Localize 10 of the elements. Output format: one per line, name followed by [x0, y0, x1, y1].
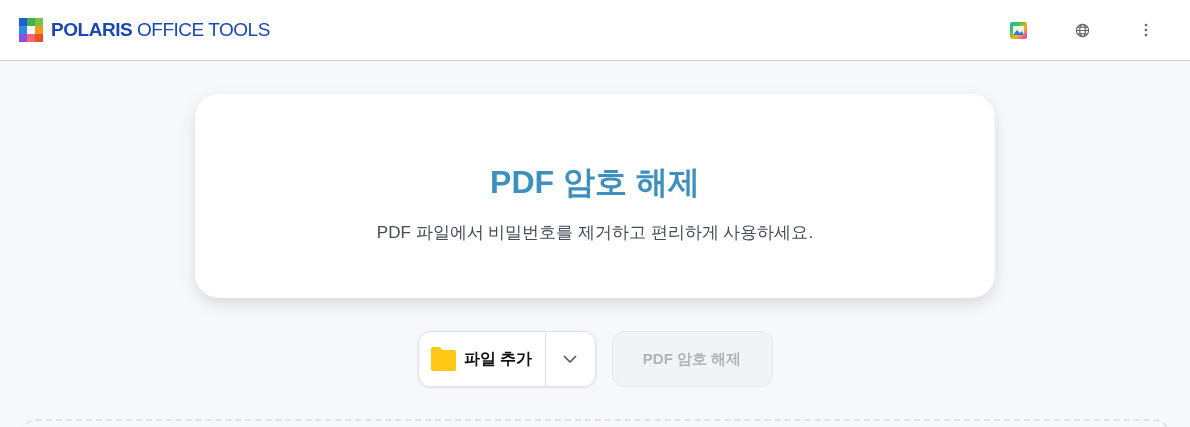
- logo-icon: [19, 18, 43, 42]
- add-file-button[interactable]: 파일 추가: [418, 332, 546, 386]
- folder-icon: [430, 347, 456, 371]
- image-icon: [1009, 21, 1027, 39]
- chevron-down-icon: [563, 355, 578, 363]
- more-icon: [1144, 23, 1148, 37]
- globe-icon: [1074, 22, 1090, 38]
- brand-link[interactable]: POLARIS OFFICE TOOLS: [51, 15, 270, 45]
- page-title: PDF 암호 해제: [490, 163, 700, 203]
- page-subtitle: PDF 파일에서 비밀번호를 제거하고 편리하게 사용하세요.: [376, 222, 814, 245]
